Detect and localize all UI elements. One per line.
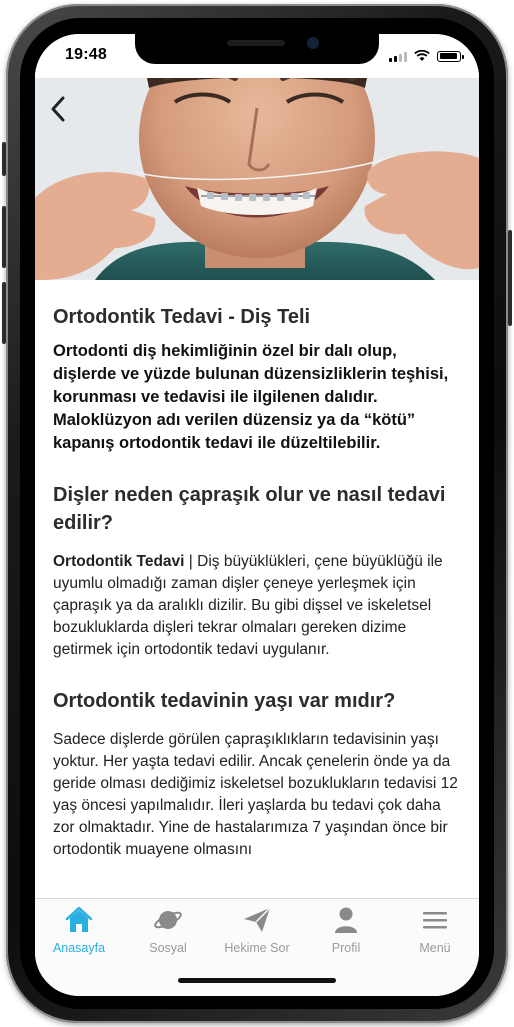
tab-label: Anasayfa: [52, 941, 106, 955]
article-content: Ortodontik Tedavi - Diş Teli Ortodonti d…: [35, 280, 479, 898]
side-button-power: [508, 230, 512, 326]
screen: 19:48 Ortodontik Tedavi - Diş Teli Ortod…: [35, 34, 479, 996]
tab-sosyal[interactable]: Sosyal: [124, 903, 212, 961]
battery-icon: [437, 50, 464, 62]
tab-label: Hekime Sor: [224, 941, 290, 955]
section-text-age: Sadece dişlerde görülen çapraşıklıkların…: [53, 731, 458, 858]
section-text-why-crooked: Ortodontik Tedavi | Diş büyüklükleri, çe…: [53, 551, 461, 661]
tab-anasayfa[interactable]: Anasayfa: [35, 903, 123, 961]
section-text-bold-lead: Ortodontik Tedavi: [53, 553, 185, 570]
tab-profil[interactable]: Profil: [302, 903, 390, 961]
speaker-grille: [227, 40, 285, 46]
article-intro: Ortodonti diş hekimliğinin özel bir dalı…: [53, 342, 449, 452]
tab-label: Sosyal: [149, 941, 187, 955]
tab-label: Menü: [419, 941, 451, 955]
menu-icon: [423, 912, 447, 929]
front-camera: [307, 37, 319, 49]
notch: [135, 34, 379, 64]
side-button-volume-down: [2, 282, 6, 344]
battery-level: [439, 53, 457, 59]
wifi-icon: [414, 50, 430, 61]
status-icons: [389, 49, 464, 63]
home-indicator[interactable]: [178, 978, 336, 983]
person-icon: [335, 907, 357, 933]
tab-label: Profil: [331, 941, 361, 955]
tab-hekime-sor[interactable]: Hekime Sor: [213, 903, 301, 961]
home-icon: [65, 906, 93, 932]
smiling-man-braces-illustration: [35, 68, 479, 280]
side-button-silent: [2, 142, 6, 176]
section-title-age: Ortodontik tedavinin yaşı var mıdır?: [53, 690, 396, 712]
status-time: 19:48: [65, 46, 107, 63]
article-title: Ortodontik Tedavi - Diş Teli: [53, 306, 311, 328]
paper-plane-icon: [244, 907, 271, 932]
back-button[interactable]: [43, 92, 73, 126]
section-title-why-crooked: Dişler neden çapraşık olur ve nasıl teda…: [53, 484, 446, 534]
chevron-left-icon: [51, 96, 65, 122]
tab-menu[interactable]: Menü: [391, 903, 479, 961]
planet-icon: [154, 911, 182, 929]
side-button-volume-up: [2, 206, 6, 268]
cellular-signal-icon: [389, 51, 407, 62]
hero-image: [35, 68, 479, 280]
